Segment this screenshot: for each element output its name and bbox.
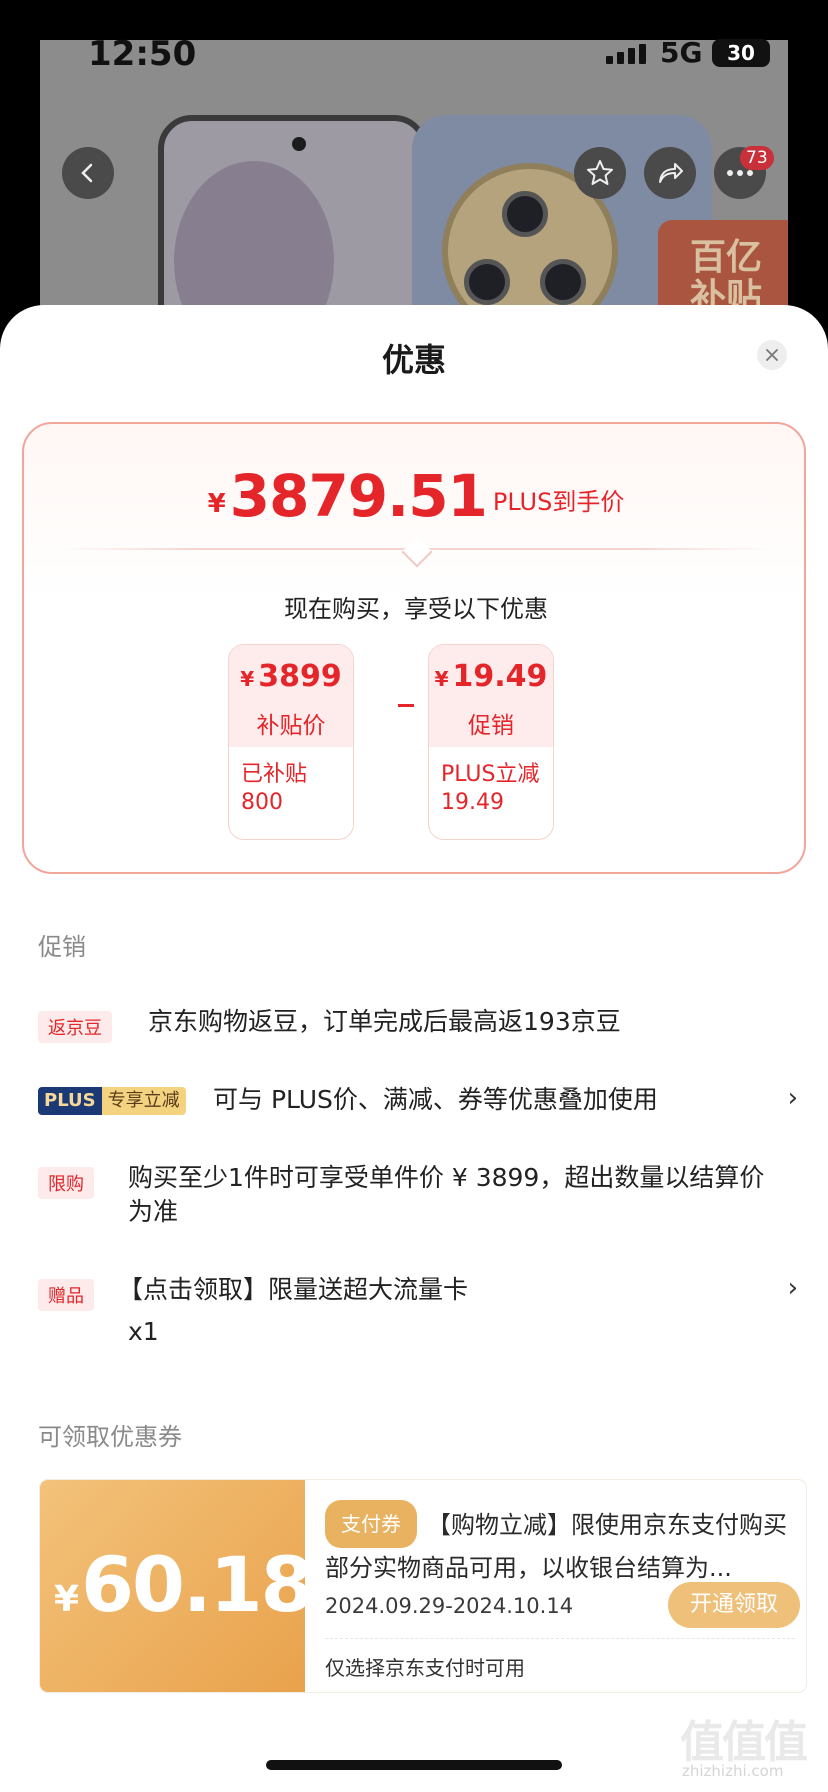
price-label: PLUS到手价 — [492, 488, 625, 516]
promo-item-jingdou: 返京豆 京东购物返豆，订单完成后最高返193京豆 — [38, 1005, 798, 1045]
breakdown-title: 补贴价 — [256, 713, 326, 739]
coupons-heading: 可领取优惠券 — [38, 1423, 182, 1451]
promo-tag: 限购 — [38, 1167, 94, 1199]
status-bar: 12:50 5G 30 — [0, 34, 828, 74]
close-button[interactable] — [757, 340, 787, 370]
chevron-left-icon — [81, 163, 93, 183]
coupon-amount-panel: ¥60.18 — [40, 1480, 313, 1692]
claim-coupon-button[interactable]: 开通领取 — [668, 1582, 800, 1628]
promo-text: 可与 PLUS价、满减、券等优惠叠加使用 — [213, 1085, 658, 1114]
star-icon — [587, 160, 613, 185]
coupon-note: 仅选择京东支付时可用 — [325, 1656, 525, 1680]
promotions-heading: 促销 — [38, 933, 86, 961]
share-button[interactable] — [644, 147, 696, 199]
phone-front-image — [158, 115, 428, 320]
coupon-tag: 支付券 — [325, 1500, 417, 1548]
breakdown-currency: ¥ — [240, 667, 255, 691]
coupon-value: 60.18 — [81, 1540, 313, 1629]
price-card: ¥3879.51 PLUS到手价 现在购买，享受以下优惠 ¥3899 补贴价 已补… — [22, 422, 806, 874]
coupon-card: ¥60.18 支付券 【购物立减】限使用京东支付购买部分实物商品可用，以收银台结算… — [40, 1480, 806, 1692]
network-label: 5G — [660, 36, 703, 69]
breakdown-title: 促销 — [468, 713, 514, 739]
promo-text: 京东购物返豆，订单完成后最高返193京豆 — [148, 1007, 621, 1036]
promo-tag: 返京豆 — [38, 1011, 112, 1043]
discount-sheet: 优惠 ¥3879.51 PLUS到手价 现在购买，享受以下优惠 ¥3899 补贴价… — [0, 305, 828, 1792]
breakdown-value: 3899 — [258, 659, 342, 694]
plus-tag: PLUS 专享立减 — [38, 1087, 186, 1115]
coupon-divider — [325, 1638, 795, 1639]
breakdown-subsidy: ¥3899 补贴价 已补贴 800 — [228, 644, 354, 840]
signal-icon — [606, 44, 646, 64]
promo-tag: 赠品 — [38, 1279, 94, 1311]
breakdown-detail-value: 800 — [241, 790, 283, 815]
promo-item-plus[interactable]: PLUS 专享立减 可与 PLUS价、满减、券等优惠叠加使用 › — [38, 1083, 798, 1123]
watermark-url: zhizhizhi.com — [682, 1762, 784, 1780]
watermark-logo: 值值值 — [680, 1717, 808, 1768]
enjoy-text: 现在购买，享受以下优惠 — [284, 595, 548, 623]
gift-qty: x1 — [128, 1317, 159, 1346]
share-icon — [659, 163, 683, 183]
breakdown-currency: ¥ — [434, 667, 449, 691]
breakdown-detail: 已补贴 — [241, 762, 308, 787]
status-time: 12:50 — [88, 34, 197, 74]
close-icon — [766, 349, 778, 361]
plus-tag-label: PLUS — [38, 1087, 102, 1115]
divider-notch — [401, 536, 433, 568]
breakdown-value: 19.49 — [452, 659, 548, 694]
price-currency: ¥ — [207, 489, 226, 519]
chevron-right-icon: › — [787, 1083, 798, 1113]
chevron-right-icon: › — [787, 1273, 798, 1303]
battery-icon: 30 — [712, 39, 770, 67]
coupon-currency: ¥ — [54, 1579, 79, 1620]
home-indicator[interactable] — [266, 1760, 562, 1770]
promo-item-limit: 限购 购买至少1件时可享受单件价 ¥ 3899，超出数量以结算价为准 — [38, 1161, 798, 1237]
price-amount: 3879.51 — [229, 462, 488, 530]
promo-item-gift[interactable]: 赠品 【点击领取】限量送超大流量卡 x1 › — [38, 1273, 798, 1353]
breakdown-detail-value: 19.49 — [441, 790, 504, 815]
promo-text: 购买至少1件时可享受单件价 ¥ 3899，超出数量以结算价为准 — [128, 1163, 765, 1226]
sheet-title: 优惠 — [381, 341, 446, 379]
plus-tag-sub: 专享立减 — [101, 1087, 186, 1115]
promo-text: 【点击领取】限量送超大流量卡 — [118, 1275, 469, 1304]
final-price: ¥3879.51 PLUS到手价 — [24, 462, 808, 530]
back-button[interactable] — [62, 147, 114, 199]
minus-sign — [398, 704, 414, 707]
favorite-button[interactable] — [574, 147, 626, 199]
breakdown-detail: PLUS立减 — [441, 762, 540, 787]
more-badge-count: 73 — [740, 146, 774, 170]
breakdown-promotion: ¥19.49 促销 PLUS立减 19.49 — [428, 644, 554, 840]
